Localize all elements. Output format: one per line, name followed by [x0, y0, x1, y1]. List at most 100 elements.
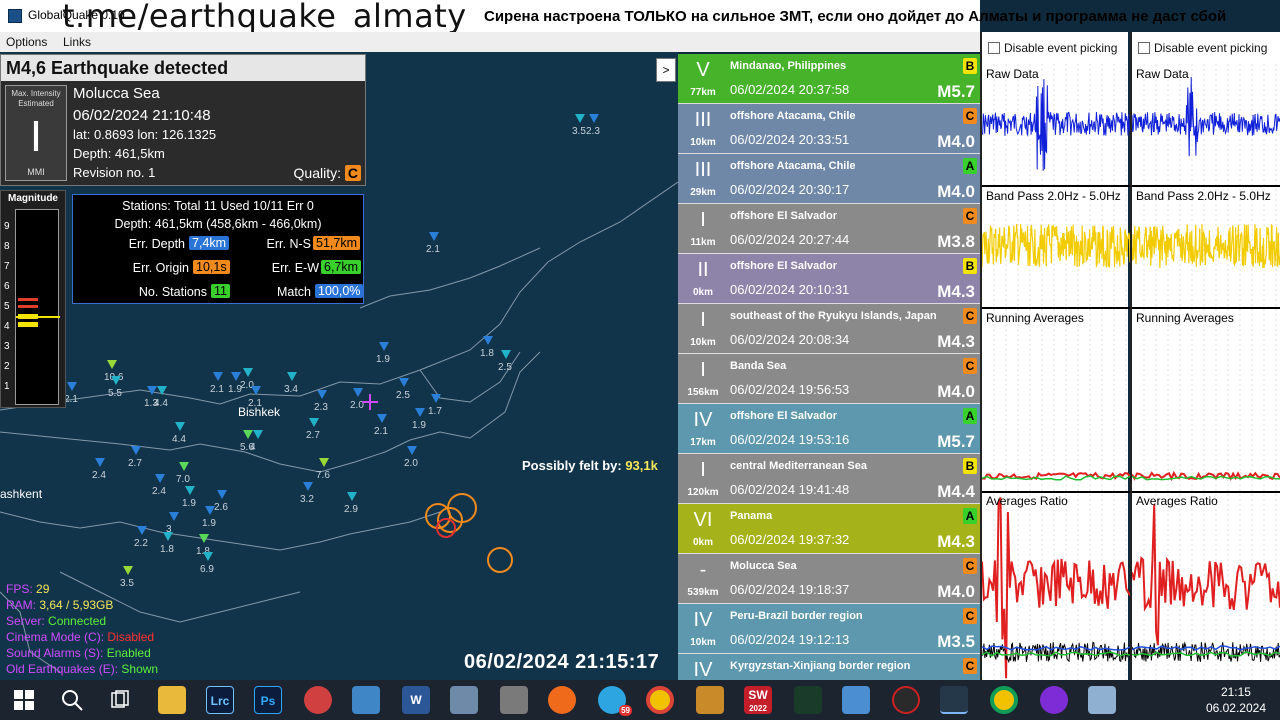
event-depth: 539km: [687, 587, 719, 598]
collapse-list-button[interactable]: >: [656, 58, 676, 82]
event-time: 06/02/2024 19:41:48: [730, 482, 850, 497]
lightroom-icon[interactable]: Lrc: [206, 686, 234, 714]
station-marker[interactable]: [175, 422, 185, 431]
app-icon-purple[interactable]: [1040, 686, 1068, 714]
ram-label: RAM:: [6, 598, 36, 612]
earthquake-list-item[interactable]: IV 17km offshore El Salvador 06/02/2024 19:…: [678, 404, 980, 454]
app-icon-red[interactable]: [304, 686, 332, 714]
station-marker[interactable]: [213, 372, 223, 381]
earthquake-list[interactable]: V 77km Mindanao, Philippines 06/02/2024 20:…: [678, 54, 980, 680]
app-icon-dark[interactable]: [794, 686, 822, 714]
err-origin-label: Err. Origin: [132, 261, 189, 275]
chrome-profile-icon[interactable]: [990, 686, 1018, 714]
task-view-icon[interactable]: [106, 686, 134, 714]
magnitude-tick: 3: [4, 341, 10, 352]
app-icon-light[interactable]: [1088, 686, 1116, 714]
station-value-label: 2.3: [586, 126, 600, 137]
station-marker[interactable]: [575, 114, 585, 123]
earthquake-list-item[interactable]: I 120km central Mediterranean Sea 06/02/202…: [678, 454, 980, 504]
earthquake-list-item[interactable]: III 29km offshore Atacama, Chile 06/02/2024…: [678, 154, 980, 204]
station-marker[interactable]: [243, 430, 253, 439]
search-icon[interactable]: [58, 686, 86, 714]
earthquake-list-item[interactable]: IV 10km Peru-Brazil border region 06/02/202…: [678, 604, 980, 654]
earthquake-circle[interactable]: [487, 547, 513, 573]
station-marker[interactable]: [169, 512, 179, 521]
menu-options[interactable]: Options: [6, 35, 47, 49]
globalquake-taskbar-icon[interactable]: [940, 686, 968, 714]
event-quality-badge: C: [963, 108, 977, 124]
telegram-icon[interactable]: 59: [598, 686, 632, 716]
station-marker[interactable]: [155, 474, 165, 483]
event-time: 06/02/2024 20:30:17: [730, 182, 850, 197]
station-marker[interactable]: [107, 360, 117, 369]
app-icon-window[interactable]: [842, 686, 870, 714]
station-marker[interactable]: [309, 418, 319, 427]
station-marker[interactable]: [589, 114, 599, 123]
photoshop-icon[interactable]: Ps: [254, 686, 282, 714]
station-marker[interactable]: [217, 490, 227, 499]
station-marker[interactable]: [415, 408, 425, 417]
station-marker[interactable]: [379, 342, 389, 351]
menu-links[interactable]: Links: [63, 35, 91, 49]
file-explorer-icon[interactable]: [158, 686, 186, 714]
station-marker[interactable]: [353, 388, 363, 397]
app-icon-blue[interactable]: [352, 686, 380, 714]
station-marker[interactable]: [287, 372, 297, 381]
err-depth-label: Err. Depth: [128, 237, 185, 251]
fps-value: 29: [36, 582, 50, 596]
word-icon[interactable]: W: [402, 686, 430, 714]
checkbox[interactable]: [988, 42, 1000, 54]
disable-picking-left[interactable]: Disable event picking: [988, 41, 1117, 55]
station-marker[interactable]: [483, 336, 493, 345]
firefox-icon[interactable]: [548, 686, 576, 714]
station-marker[interactable]: [501, 350, 511, 359]
chrome-icon[interactable]: [646, 686, 674, 714]
disable-picking-right[interactable]: Disable event picking: [1138, 41, 1267, 55]
station-marker[interactable]: [123, 566, 133, 575]
station-marker[interactable]: [95, 458, 105, 467]
station-marker[interactable]: [179, 462, 189, 471]
station-marker[interactable]: [185, 486, 195, 495]
station-marker[interactable]: [319, 458, 329, 467]
station-marker[interactable]: [147, 386, 157, 395]
station-marker[interactable]: [431, 394, 441, 403]
earthquake-list-item[interactable]: I 10km southeast of the Ryukyu Islands, Ja…: [678, 304, 980, 354]
earthquake-list-item[interactable]: I 11km offshore El Salvador 06/02/2024 20:2…: [678, 204, 980, 254]
station-marker[interactable]: [429, 232, 439, 241]
station-value-label: 3.5: [572, 126, 586, 137]
station-marker[interactable]: [347, 492, 357, 501]
earthquake-list-item[interactable]: II 0km offshore El Salvador 06/02/2024 20:1…: [678, 254, 980, 304]
solidworks-icon[interactable]: SW 2022: [744, 686, 772, 714]
old-eq-label: Old Earthquakes (E):: [6, 662, 119, 676]
app-icon-orange[interactable]: [696, 686, 724, 714]
earthquake-list-item[interactable]: IV Kyrgyzstan-Xinjiang border region C: [678, 654, 980, 680]
event-depth: 17km: [690, 437, 716, 448]
windows-start-icon[interactable]: [10, 686, 38, 714]
event-depth: 77km: [690, 87, 716, 98]
station-value-label: 1.9: [412, 420, 426, 431]
station-marker[interactable]: [137, 526, 147, 535]
station-marker[interactable]: [317, 390, 327, 399]
station-marker[interactable]: [303, 482, 313, 491]
earthquake-list-item[interactable]: VI 0km Panama 06/02/2024 19:37:32 M4.3 A: [678, 504, 980, 554]
station-marker[interactable]: [253, 430, 263, 439]
earthquake-list-item[interactable]: - 539km Molucca Sea 06/02/2024 19:18:37 M4.0…: [678, 554, 980, 604]
station-marker[interactable]: [131, 446, 141, 455]
station-marker[interactable]: [243, 368, 253, 377]
station-marker[interactable]: [67, 382, 77, 391]
earthquake-list-item[interactable]: I 156km Banda Sea 06/02/2024 19:56:53 M4.0 C: [678, 354, 980, 404]
station-marker[interactable]: [399, 378, 409, 387]
avg-ratio-label: Averages Ratio: [986, 494, 1068, 508]
station-marker[interactable]: [407, 446, 417, 455]
station-marker[interactable]: [377, 414, 387, 423]
event-intensity: V: [696, 59, 710, 81]
station-marker[interactable]: [163, 532, 173, 541]
felt-value: 93,1k: [625, 458, 658, 473]
calculator-icon[interactable]: [500, 686, 528, 714]
system-clock[interactable]: 21:15 06.02.2024: [1206, 684, 1266, 716]
photos-icon[interactable]: [450, 686, 478, 714]
checkbox[interactable]: [1138, 42, 1150, 54]
earthquake-list-item[interactable]: III 10km offshore Atacama, Chile 06/02/2024…: [678, 104, 980, 154]
earthquake-list-item[interactable]: V 77km Mindanao, Philippines 06/02/2024 20:…: [678, 54, 980, 104]
obs-icon[interactable]: [892, 686, 920, 714]
